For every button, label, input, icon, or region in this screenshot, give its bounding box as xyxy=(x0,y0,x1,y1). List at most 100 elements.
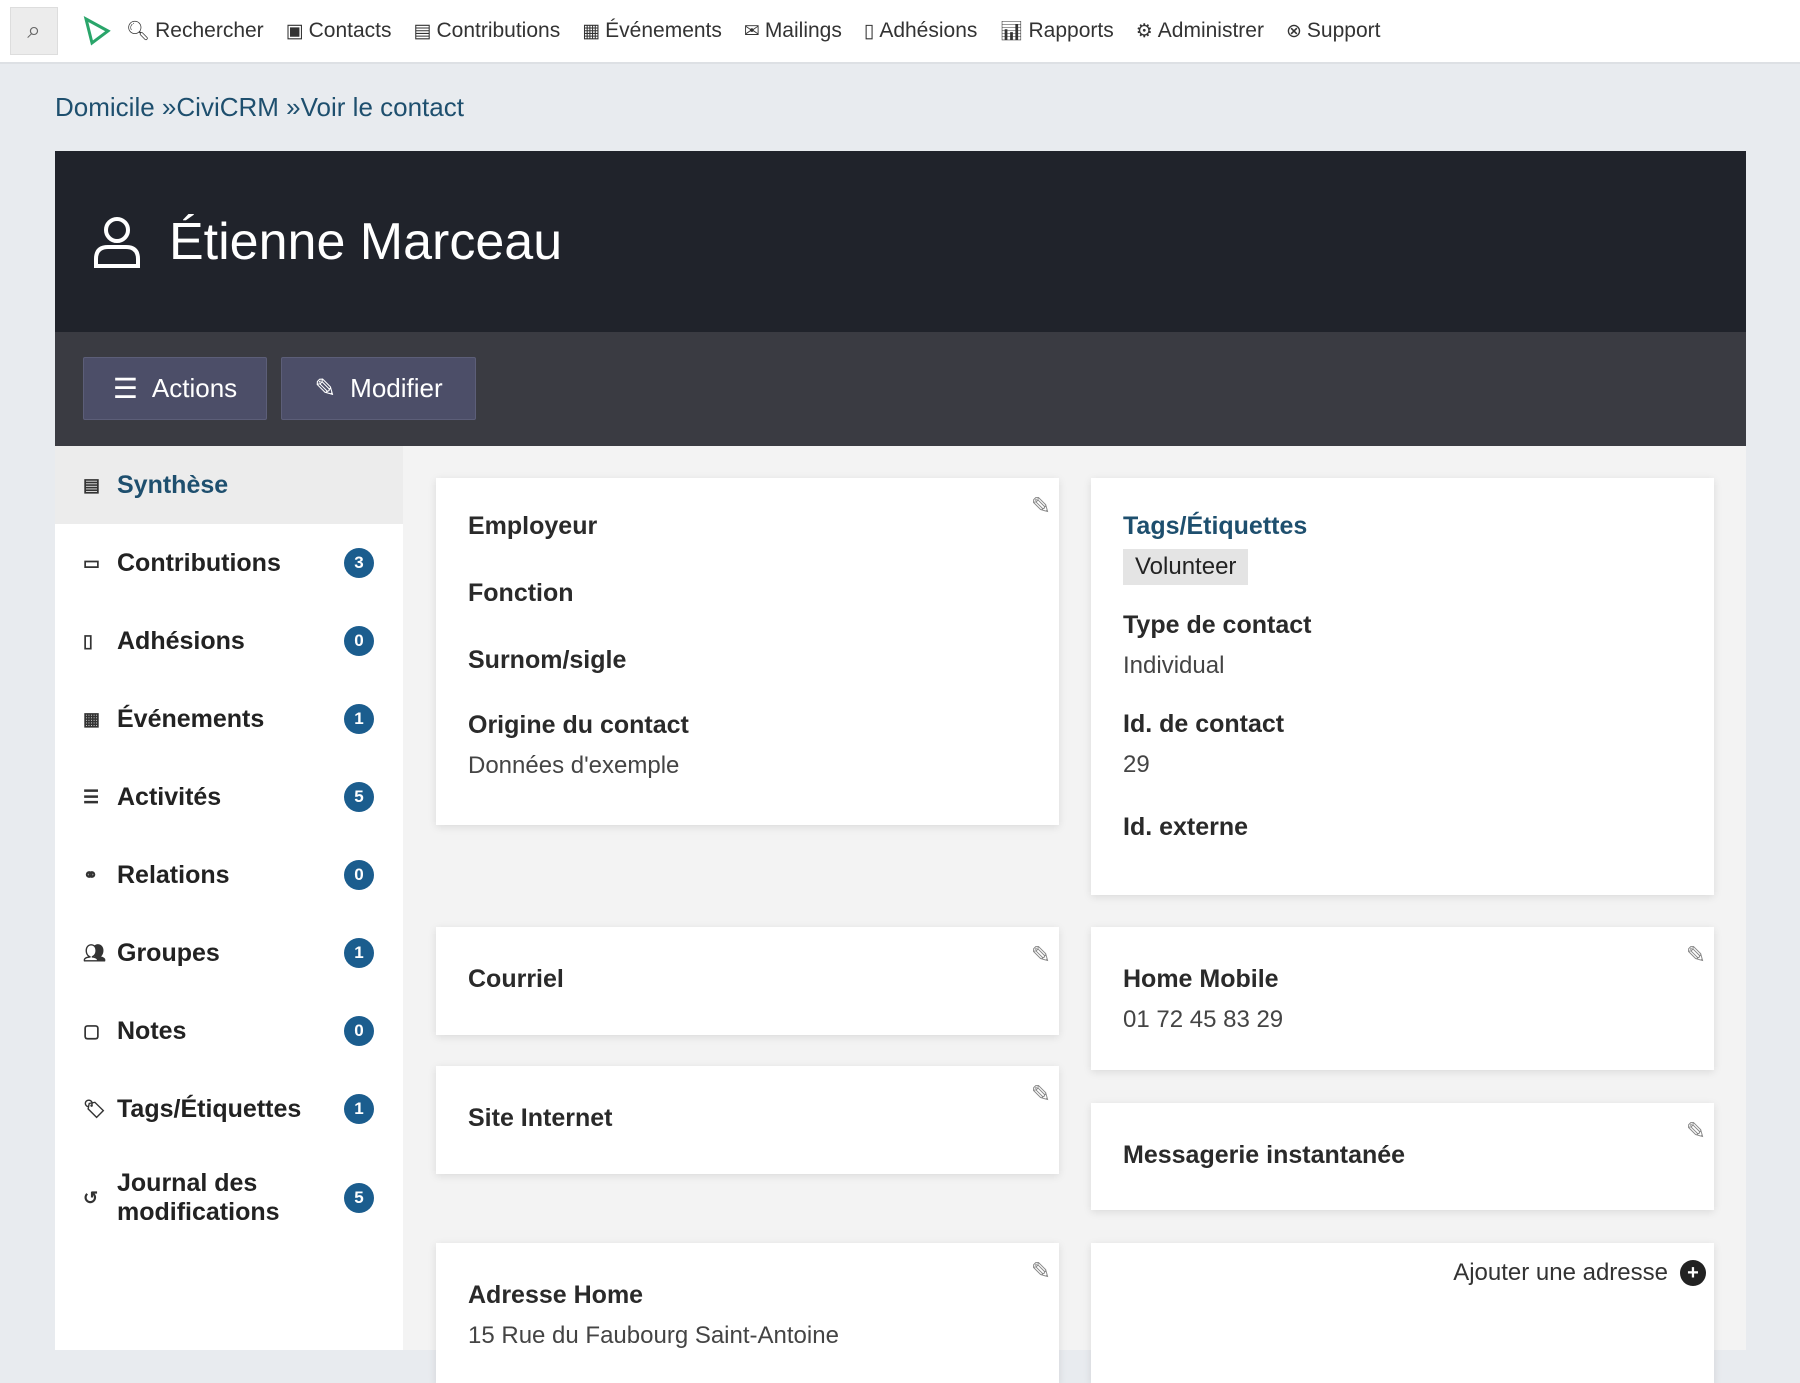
sidebar-label: Journal des modifications xyxy=(117,1169,280,1226)
nav-label: Mailings xyxy=(764,19,842,42)
sidebar-label: Adhésions xyxy=(117,626,245,655)
users-icon: 👥︎ xyxy=(83,942,106,963)
sidebar-item-8[interactable]: 🏷︎ Tags/Étiquettes 1 xyxy=(55,1070,403,1148)
nav-life-ring[interactable]: ⊗ Support xyxy=(1286,19,1380,43)
nav-label: Administrer xyxy=(1157,19,1264,42)
sidebar-item-1[interactable]: ▭ Contributions 3 xyxy=(55,524,403,602)
breadcrumb-home[interactable]: Domicile xyxy=(55,92,155,122)
nav-label: Adhésions xyxy=(879,19,978,42)
email-card: ✎ Courriel xyxy=(436,927,1059,1035)
count-badge: 5 xyxy=(344,1183,374,1213)
edit-button[interactable]: ✎ Modifier xyxy=(281,357,476,420)
civicrm-logo-icon[interactable] xyxy=(82,16,112,46)
pencil-icon[interactable]: ✎ xyxy=(1031,1257,1051,1286)
main-content: ✎ Employeur Fonction Surnom/sigle Origin… xyxy=(403,446,1746,1383)
gears-icon: ⚙ xyxy=(1135,20,1153,42)
phone-card: ✎ Home Mobile 01 72 45 83 29 xyxy=(1091,927,1714,1070)
search-icon: ⌕ xyxy=(27,17,41,44)
history-icon: ↺ xyxy=(83,1187,99,1208)
contact-type-label: Type de contact xyxy=(1123,611,1312,639)
quick-search-button[interactable]: ⌕ xyxy=(10,7,58,55)
pencil-icon[interactable]: ✎ xyxy=(1686,1117,1706,1146)
nav-gears[interactable]: ⚙ Administrer xyxy=(1136,19,1264,43)
breadcrumb: Domicile »CiviCRM »Voir le contact xyxy=(55,92,464,122)
nav-id-badge[interactable]: ▯ Adhésions xyxy=(864,19,978,43)
nav-label: Événements xyxy=(605,19,722,42)
nav-label: Support xyxy=(1306,19,1381,42)
sidebar-item-5[interactable]: ⚭ Relations 0 xyxy=(55,836,403,914)
user-icon xyxy=(94,216,140,268)
address-card: ✎ Adresse Home 15 Rue du Faubourg Saint-… xyxy=(436,1243,1059,1383)
nav-label: Rapports xyxy=(1028,19,1114,42)
website-card: ✎ Site Internet xyxy=(436,1066,1059,1174)
breadcrumb-view-contact[interactable]: Voir le contact xyxy=(301,92,464,122)
id-badge-icon: ▯ xyxy=(83,630,93,651)
nav-contact-card[interactable]: ▣ Contacts xyxy=(286,19,392,43)
sidebar-label: Événements xyxy=(117,704,265,733)
count-badge: 1 xyxy=(344,938,374,968)
count-badge: 0 xyxy=(344,626,374,656)
actions-button[interactable]: ☰ Actions xyxy=(83,357,267,420)
sidebar-item-4[interactable]: ☰ Activités 5 xyxy=(55,758,403,836)
tags-title[interactable]: Tags/Étiquettes xyxy=(1123,512,1682,541)
count-badge: 0 xyxy=(344,860,374,890)
phone-value: 01 72 45 83 29 xyxy=(1123,1006,1284,1033)
address-label: Adresse Home xyxy=(468,1281,644,1309)
nav-bar-chart[interactable]: 📊︎ Rapports xyxy=(999,19,1113,43)
source-value: Données d'exemple xyxy=(468,752,680,779)
contact-card-icon: ▣ xyxy=(285,20,304,42)
nav-envelope[interactable]: ✉ Mailings xyxy=(744,19,842,43)
sidebar: ▤ Synthèse ▭ Contributions 3 ▯ Adhésions 0 ▦ Évén… xyxy=(55,446,403,1350)
count-badge: 3 xyxy=(344,548,374,578)
count-badge: 0 xyxy=(344,1016,374,1046)
job-title-label: Fonction xyxy=(468,579,574,607)
tasks-icon: ☰ xyxy=(83,786,100,807)
sidebar-label: Relations xyxy=(117,860,230,889)
contact-id-label: Id. de contact xyxy=(1123,710,1285,738)
count-badge: 1 xyxy=(344,1094,374,1124)
nav-calendar[interactable]: ▦ Événements xyxy=(582,19,722,43)
credit-card-icon: ▭ xyxy=(83,552,101,573)
summary-card: ✎ Employeur Fonction Surnom/sigle Origin… xyxy=(436,478,1059,825)
sidebar-label: Activités xyxy=(117,782,222,811)
add-address-link[interactable]: Ajouter une adresse + xyxy=(1453,1259,1706,1287)
pencil-icon[interactable]: ✎ xyxy=(1031,492,1051,521)
add-address-card: Ajouter une adresse + xyxy=(1091,1243,1714,1383)
tag-badge: Volunteer xyxy=(1123,549,1249,585)
pencil-icon[interactable]: ✎ xyxy=(1031,1080,1051,1109)
email-label: Courriel xyxy=(468,965,564,993)
action-bar: ☰ Actions ✎ Modifier xyxy=(55,332,1746,446)
im-card: ✎ Messagerie instantanée xyxy=(1091,1103,1714,1210)
handshake-icon: ⚭ xyxy=(83,864,99,885)
credit-card-icon: ▤ xyxy=(413,20,432,42)
pencil-icon[interactable]: ✎ xyxy=(1031,941,1051,970)
sidebar-item-0[interactable]: ▤ Synthèse xyxy=(55,446,403,524)
sidebar-item-3[interactable]: ▦ Événements 1 xyxy=(55,680,403,758)
nav-search[interactable]: 🔍︎ Rechercher xyxy=(126,19,264,43)
breadcrumb-civicrm[interactable]: CiviCRM xyxy=(176,92,279,122)
sidebar-label: Groupes xyxy=(117,938,220,967)
sidebar-item-7[interactable]: ▢ Notes 0 xyxy=(55,992,403,1070)
contact-header: Étienne Marceau xyxy=(55,151,1746,332)
tags-card: Tags/Étiquettes Volunteer Type de contac… xyxy=(1091,478,1714,895)
source-label: Origine du contact xyxy=(468,711,689,739)
sidebar-label: Synthèse xyxy=(117,470,229,499)
sidebar-item-6[interactable]: 👥︎ Groupes 1 xyxy=(55,914,403,992)
calendar-icon: ▦ xyxy=(83,708,101,729)
nav-label: Contributions xyxy=(436,19,561,42)
sidebar-label: Contributions xyxy=(117,548,281,577)
tags-icon: 🏷︎ xyxy=(83,1098,106,1119)
pencil-icon: ✎ xyxy=(314,373,337,403)
contact-id-value: 29 xyxy=(1123,751,1150,778)
sidebar-item-2[interactable]: ▯ Adhésions 0 xyxy=(55,602,403,680)
add-address-label: Ajouter une adresse xyxy=(1453,1259,1668,1286)
contact-name: Étienne Marceau xyxy=(169,212,563,271)
phone-label: Home Mobile xyxy=(1123,965,1279,993)
id-card-icon: ▤ xyxy=(83,474,101,495)
nav-credit-card[interactable]: ▤ Contributions xyxy=(414,19,561,43)
search-icon: 🔍︎ xyxy=(126,21,151,42)
sidebar-label: Tags/Étiquettes xyxy=(117,1094,302,1123)
sidebar-item-9[interactable]: ↺ Journal des modifications 5 xyxy=(55,1148,403,1248)
plus-circle-icon: + xyxy=(1680,1260,1706,1286)
pencil-icon[interactable]: ✎ xyxy=(1686,941,1706,970)
